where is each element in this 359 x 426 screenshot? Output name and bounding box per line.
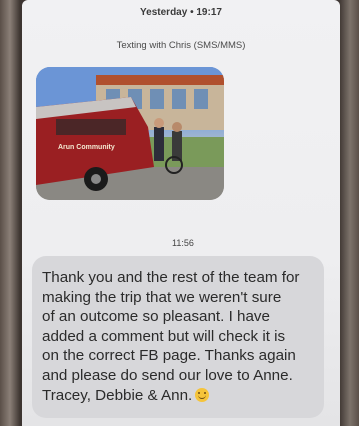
message-line: on the correct FB page. Thanks again — [42, 347, 296, 365]
conversation-subtitle: Texting with Chris (SMS/MMS) — [116, 40, 246, 51]
message-line: Thank you and the rest of the team for — [42, 269, 300, 286]
message-signature: Tracey, Debbie & Ann. — [42, 386, 193, 404]
message-signature-line: Tracey, Debbie & Ann. — [42, 386, 327, 406]
message-line: of an outcome so pleasant. I have — [42, 308, 270, 326]
message-thread-screen: Yesterday • 19:17 Texting with Chris (SM… — [22, 0, 340, 426]
minibus-photo: Arun Community — [36, 67, 224, 200]
message-text: Thank you and the rest of the team for m… — [42, 268, 327, 405]
smiling-face-emoji-icon — [195, 387, 210, 402]
message-line: making the trip that we weren't sure — [42, 288, 282, 306]
thread-timestamp: Yesterday • 19:17 — [140, 7, 222, 18]
van-livery-text: Arun Community — [58, 144, 115, 151]
mms-photo-attachment[interactable]: Arun Community — [36, 67, 224, 200]
message-timestamp: 11:56 — [172, 238, 194, 248]
message-line: and please do send our love to Anne. — [42, 366, 293, 384]
message-line: added a comment but will check it is — [42, 327, 286, 345]
